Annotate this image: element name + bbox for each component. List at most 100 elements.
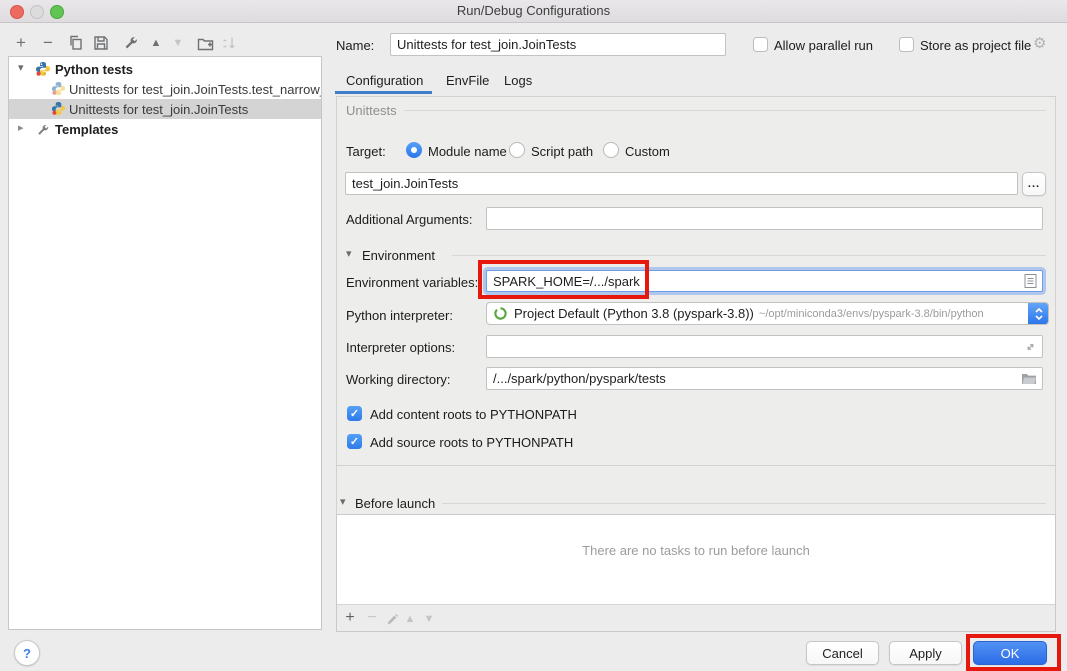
unittests-group-bottom-border [336, 465, 1056, 466]
unittests-group-label: Unittests [346, 103, 397, 118]
question-icon: ? [23, 646, 31, 661]
radio-module-name-label: Module name [428, 144, 507, 159]
check-icon: ✓ [350, 435, 359, 448]
title-bar: Run/Debug Configurations [0, 0, 1067, 23]
tree-item-templates[interactable]: ▸ Templates [9, 119, 321, 139]
python-interpreter-value: Project Default (Python 3.8 (pyspark-3.8… [514, 306, 754, 321]
plus-icon: + [345, 609, 354, 627]
ellipsis-icon: ... [1028, 178, 1040, 190]
target-label: Target: [346, 144, 386, 159]
before-launch-empty-text: There are no tasks to run before launch [337, 543, 1055, 558]
python-tests-icon [35, 61, 51, 80]
tab-logs[interactable]: Logs [504, 73, 532, 88]
add-source-roots-label: Add source roots to PYTHONPATH [370, 435, 573, 450]
store-as-project-file-checkbox[interactable] [899, 37, 914, 52]
python-test-config-icon [51, 81, 66, 99]
radio-script-path-label: Script path [531, 144, 593, 159]
dropdown-stepper-icon[interactable] [1028, 302, 1049, 325]
save-configuration-button[interactable] [91, 33, 111, 53]
sort-configurations-button [219, 33, 239, 53]
collapse-icon[interactable]: ▾ [18, 61, 24, 74]
tree-item-python-tests[interactable]: ▾ Python tests [9, 59, 321, 79]
annotation-box-ok-button [966, 634, 1061, 671]
environment-section-label: Environment [362, 248, 435, 263]
add-source-roots-checkbox[interactable]: ✓ [347, 434, 362, 449]
move-down-button: ▼ [168, 33, 188, 53]
tree-item-unittests-test-narrow[interactable]: Unittests for test_join.JoinTests.test_n… [9, 79, 321, 99]
tree-item-label: Templates [55, 122, 118, 137]
minus-icon: − [367, 609, 376, 627]
interpreter-options-label: Interpreter options: [346, 340, 455, 355]
allow-parallel-run-label: Allow parallel run [774, 38, 873, 53]
edit-templates-button[interactable] [121, 33, 141, 53]
run-debug-configurations-dialog: Run/Debug Configurations + − ▲ ▼ ▾ [0, 0, 1067, 671]
working-directory-label: Working directory: [346, 372, 451, 387]
save-icon [93, 35, 109, 51]
configurations-tree: ▾ Python tests Unittests for test_join.J… [8, 56, 322, 630]
sort-alphabetically-icon [221, 35, 237, 51]
python-interpreter-label: Python interpreter: [346, 308, 453, 323]
cancel-button[interactable]: Cancel [806, 641, 879, 665]
arrow-down-icon: ▼ [173, 37, 184, 49]
add-content-roots-label: Add content roots to PYTHONPATH [370, 407, 577, 422]
wrench-icon [123, 35, 139, 51]
before-launch-tasks-box: There are no tasks to run before launch … [336, 514, 1056, 632]
environment-collapse-icon[interactable]: ▾ [346, 247, 352, 260]
before-launch-collapse-icon[interactable]: ▾ [340, 495, 346, 508]
expand-field-icon[interactable] [1024, 340, 1037, 353]
radio-module-name[interactable] [406, 142, 422, 158]
before-launch-separator [442, 503, 1046, 504]
before-launch-add-button[interactable]: + [341, 609, 359, 627]
arrow-down-icon: ▼ [424, 613, 435, 625]
add-configuration-button[interactable]: + [11, 33, 31, 53]
before-launch-remove-button: − [363, 609, 381, 627]
move-up-button[interactable]: ▲ [146, 33, 166, 53]
tab-configuration[interactable]: Configuration [346, 73, 423, 88]
minus-icon: − [43, 34, 53, 52]
interpreter-options-input[interactable] [486, 335, 1043, 358]
working-directory-value: /.../spark/python/pyspark/tests [493, 371, 666, 386]
working-directory-input[interactable]: /.../spark/python/pyspark/tests [486, 367, 1043, 390]
tree-item-unittests-jointests-selected[interactable]: Unittests for test_join.JoinTests [9, 99, 321, 119]
module-name-value: test_join.JoinTests [352, 176, 458, 191]
help-button[interactable]: ? [14, 640, 40, 666]
store-as-project-file-label: Store as project file [920, 38, 1031, 53]
active-tab-indicator [335, 91, 432, 94]
arrow-up-icon: ▲ [151, 37, 162, 49]
browse-module-button[interactable]: ... [1022, 172, 1046, 196]
conda-env-icon [493, 306, 508, 321]
window-title: Run/Debug Configurations [0, 3, 1067, 18]
store-settings-gear-icon[interactable]: ⚙ [1033, 34, 1046, 52]
name-input[interactable]: Unittests for test_join.JoinTests [390, 33, 726, 56]
apply-button[interactable]: Apply [889, 641, 962, 665]
radio-custom[interactable] [603, 142, 619, 158]
create-folder-button[interactable] [195, 33, 215, 53]
copy-configuration-button[interactable] [66, 33, 86, 53]
annotation-box-env-vars [478, 260, 649, 299]
module-name-input[interactable]: test_join.JoinTests [345, 172, 1018, 195]
allow-parallel-run-checkbox[interactable] [753, 37, 768, 52]
check-icon: ✓ [350, 407, 359, 420]
copy-icon [68, 35, 84, 51]
tab-envfile[interactable]: EnvFile [446, 73, 489, 88]
add-content-roots-checkbox[interactable]: ✓ [347, 406, 362, 421]
folder-icon[interactable] [1021, 373, 1037, 385]
browse-env-vars-icon[interactable] [1024, 274, 1037, 289]
arrow-up-icon: ▲ [405, 613, 416, 625]
plus-icon: + [16, 34, 26, 52]
radio-custom-label: Custom [625, 144, 670, 159]
tree-item-label: Unittests for test_join.JoinTests [69, 102, 248, 117]
group-separator [404, 110, 1046, 111]
python-test-config-icon [51, 101, 66, 119]
expand-icon[interactable]: ▸ [18, 121, 24, 134]
radio-script-path[interactable] [509, 142, 525, 158]
before-launch-edit-button [383, 610, 401, 628]
tree-item-label: Python tests [55, 62, 133, 77]
remove-configuration-button[interactable]: − [38, 33, 58, 53]
cancel-label: Cancel [822, 646, 862, 661]
tree-item-label: Unittests for test_join.JoinTests.test_n… [69, 82, 322, 97]
python-interpreter-dropdown[interactable]: Project Default (Python 3.8 (pyspark-3.8… [486, 302, 1049, 325]
additional-arguments-input[interactable] [486, 207, 1043, 230]
before-launch-task-list[interactable]: There are no tasks to run before launch [337, 515, 1055, 605]
environment-separator [452, 255, 1046, 256]
